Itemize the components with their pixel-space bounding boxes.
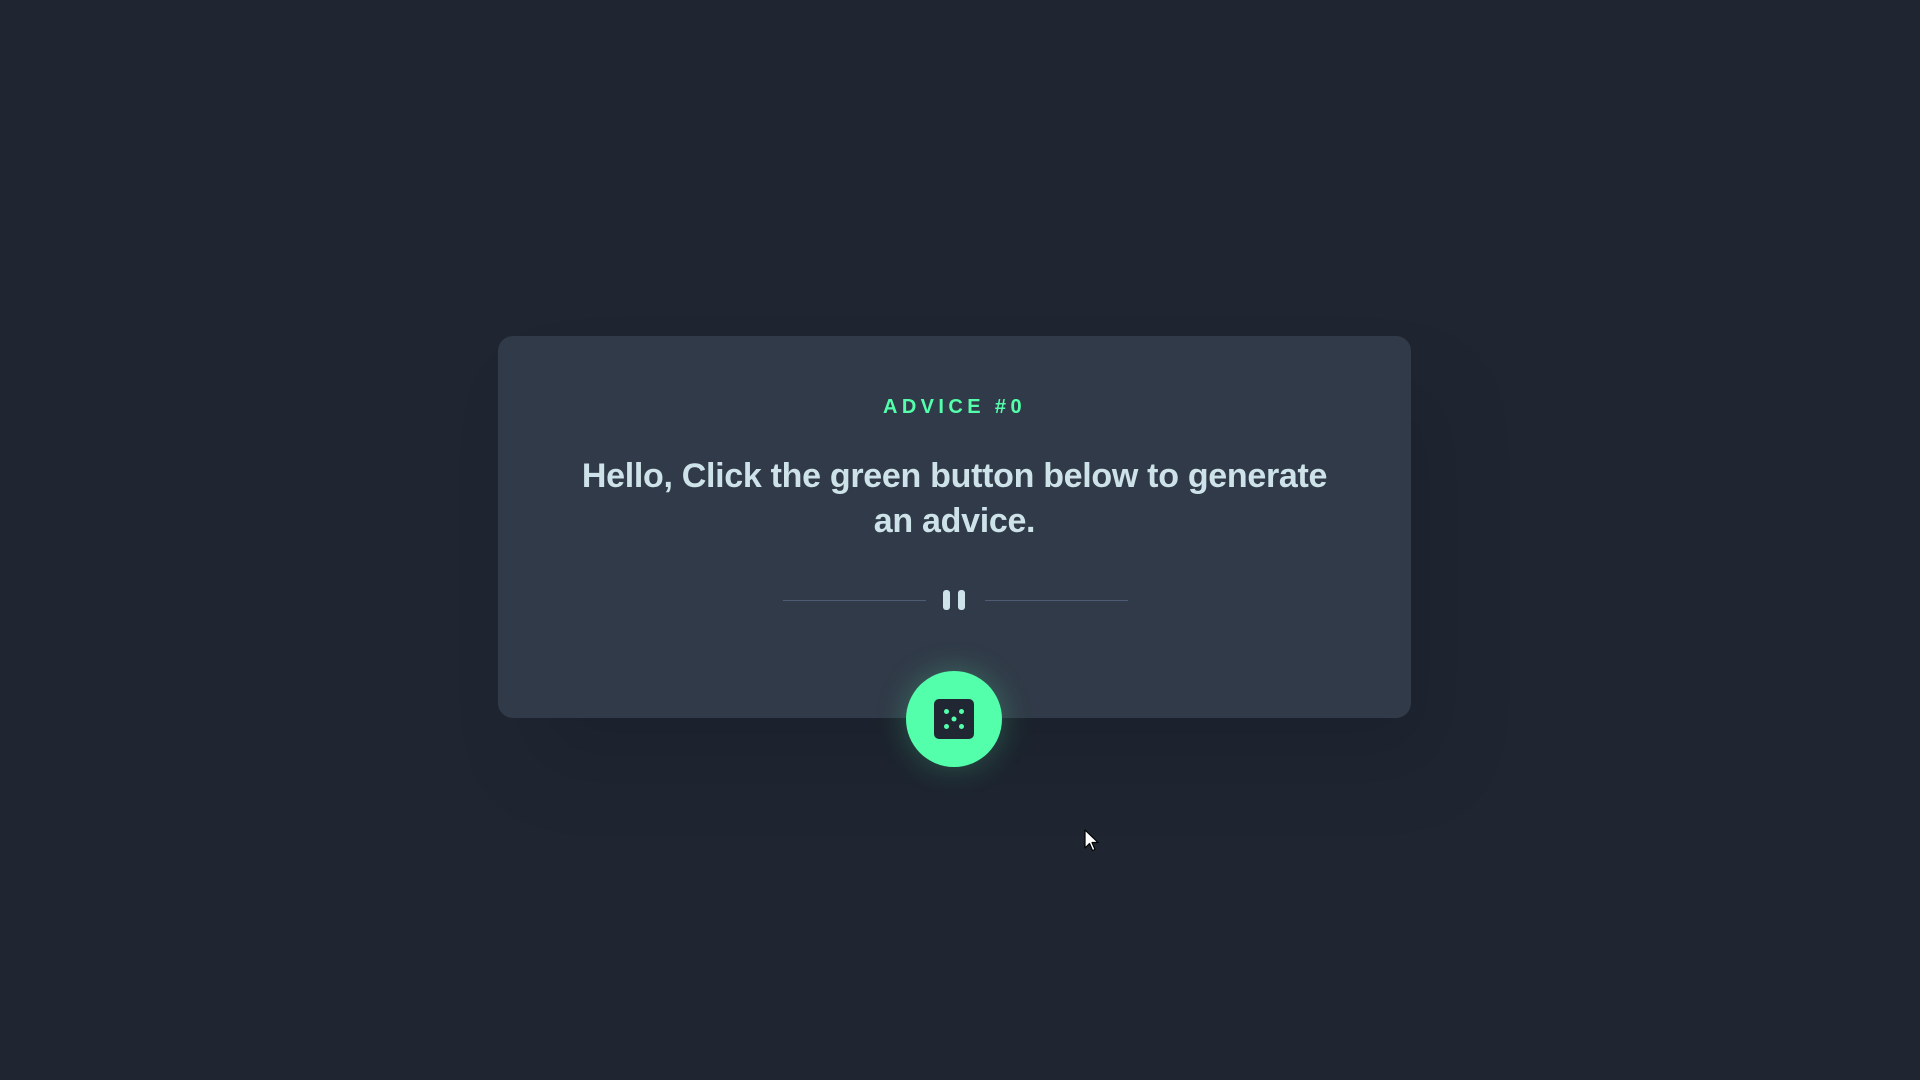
generate-advice-button[interactable] [906,671,1002,767]
divider-line-left [783,600,926,601]
mouse-cursor-icon [1084,829,1099,852]
dice-icon [934,699,974,739]
divider-line-right [985,600,1128,601]
page-background: { "card": { "label": "ADVICE #0", "quote… [0,0,1920,1080]
advice-number-label: ADVICE #0 [883,396,1026,418]
advice-quote: Hello, Click the green button below to g… [581,457,1328,540]
advice-card: ADVICE #0 Hello, Click the green button … [498,336,1411,718]
pause-icon [941,590,967,610]
pattern-divider [783,590,1128,610]
